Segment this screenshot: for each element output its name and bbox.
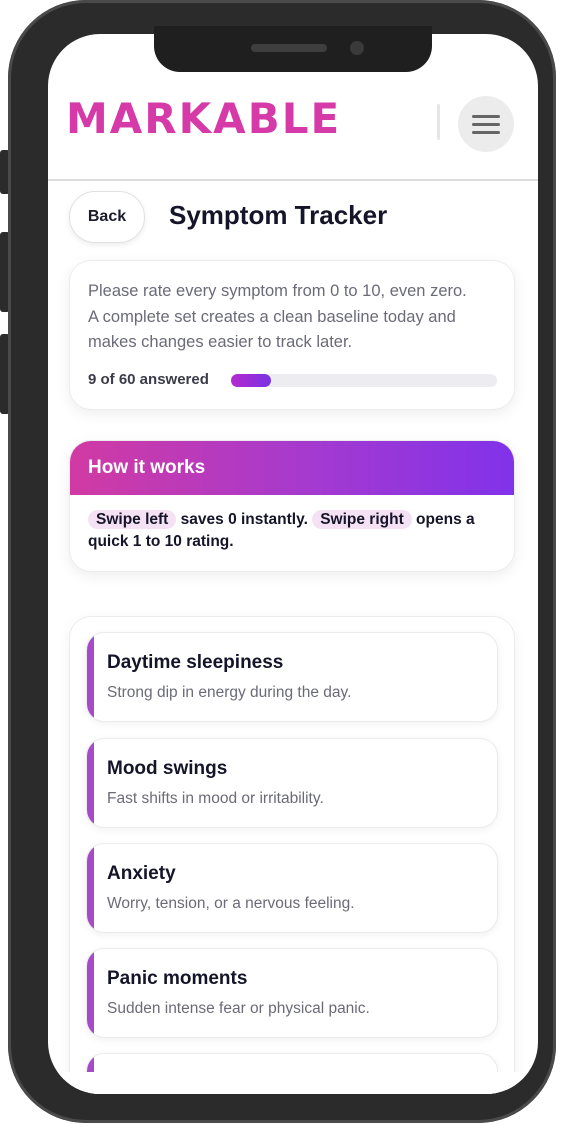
symptom-description: Strong dip in energy during the day. <box>107 684 352 701</box>
progress-bar <box>231 374 497 387</box>
intro-text: Please rate every symptom from 0 to 10, … <box>88 282 467 351</box>
phone-screen: MARKABLE Back Symptom Tracker Please rat… <box>48 34 538 1094</box>
symptom-card-mood-swings[interactable]: Mood swings Fast shifts in mood or irrit… <box>86 738 498 828</box>
symptom-name: Anxiety <box>107 863 176 884</box>
intro-card: Please rate every symptom from 0 to 10, … <box>69 260 515 410</box>
symptom-accent-bar <box>87 949 94 1037</box>
header-divider <box>437 104 440 140</box>
phone-frame: MARKABLE Back Symptom Tracker Please rat… <box>8 0 556 1123</box>
symptom-description: Sudden intense fear or physical panic. <box>107 1000 370 1017</box>
symptom-accent-bar <box>87 844 94 932</box>
symptom-name: Panic moments <box>107 968 248 989</box>
how-it-works-header: How it works <box>70 441 514 495</box>
progress-label: 9 of 60 answered <box>88 371 209 388</box>
progress-bar-fill <box>231 374 271 387</box>
swipe-right-pill: Swipe right <box>312 510 412 529</box>
symptom-card-anxiety[interactable]: Anxiety Worry, tension, or a nervous fee… <box>86 843 498 933</box>
symptom-name: Daytime sleepiness <box>107 652 284 673</box>
page-title: Symptom Tracker <box>169 200 388 230</box>
symptom-description: Worry, tension, or a nervous feeling. <box>107 895 355 912</box>
hamburger-menu-icon-line <box>472 122 500 126</box>
screen-bottom-edge <box>48 1072 538 1094</box>
symptom-accent-bar <box>87 739 94 827</box>
how-it-works-card: How it works Swipe left saves 0 instantl… <box>69 440 515 572</box>
how-it-works-body: Swipe left saves 0 instantly. Swipe righ… <box>70 495 514 553</box>
symptom-card-daytime-sleepiness[interactable]: Daytime sleepiness Strong dip in energy … <box>86 632 498 722</box>
symptom-list: Daytime sleepiness Strong dip in energy … <box>69 616 515 1094</box>
swipe-left-text: saves 0 instantly. <box>176 511 313 528</box>
how-it-works-title: How it works <box>88 457 206 478</box>
symptom-card-panic-moments[interactable]: Panic moments Sudden intense fear or phy… <box>86 948 498 1038</box>
hamburger-menu-icon <box>472 114 500 118</box>
symptom-accent-bar <box>87 633 94 721</box>
back-button[interactable]: Back <box>69 191 145 243</box>
swipe-left-pill: Swipe left <box>88 510 177 529</box>
symptom-description: Fast shifts in mood or irritability. <box>107 790 324 807</box>
menu-button[interactable] <box>458 96 514 152</box>
hamburger-menu-icon-line <box>472 130 500 134</box>
front-camera <box>350 41 364 55</box>
speaker-grille <box>251 44 327 52</box>
symptom-name: Mood swings <box>107 758 228 779</box>
app-logo: MARKABLE <box>66 94 342 143</box>
phone-notch <box>154 26 432 72</box>
